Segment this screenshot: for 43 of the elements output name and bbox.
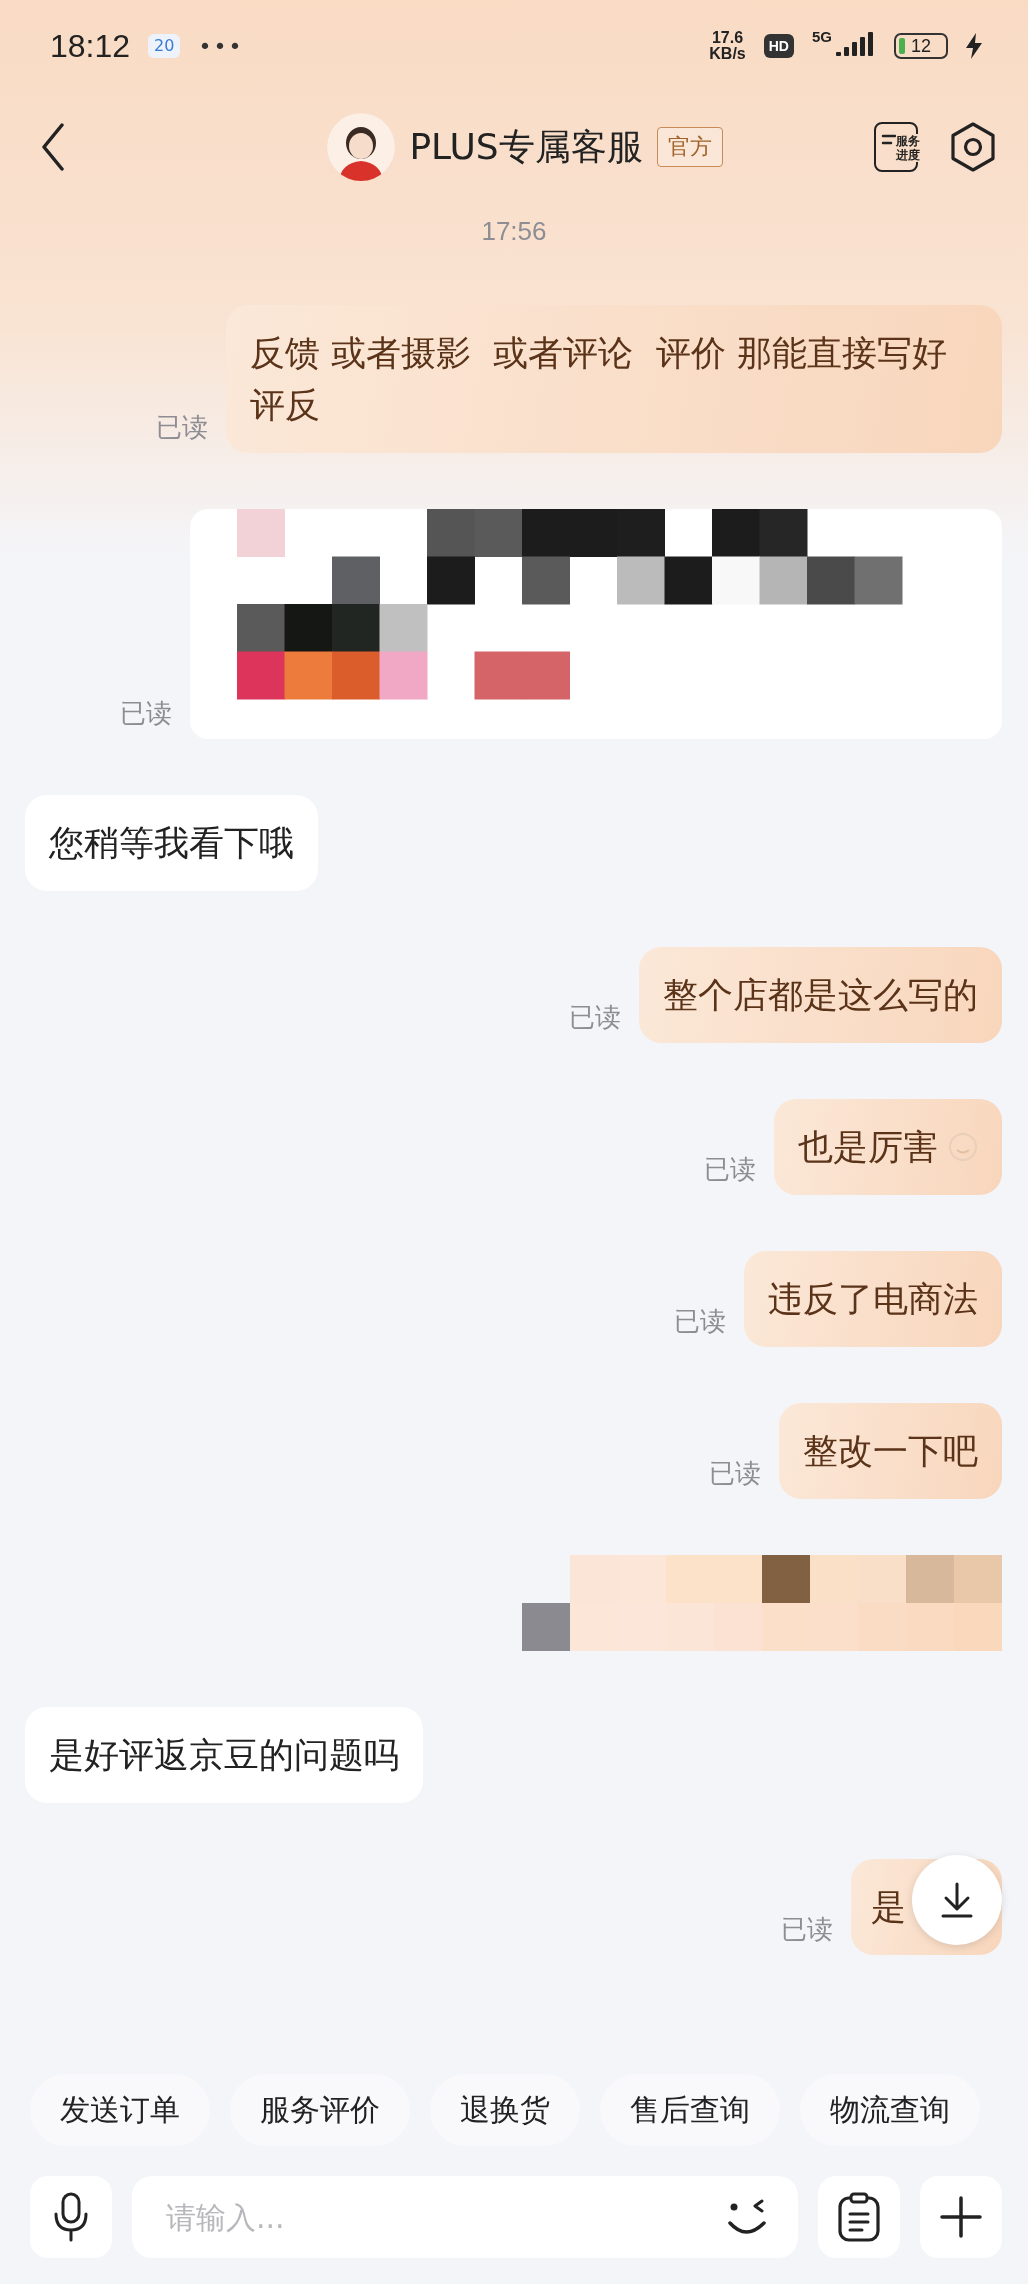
battery-icon: 12	[894, 33, 948, 59]
plus-icon	[939, 2195, 983, 2239]
official-badge: 官方	[656, 127, 723, 167]
quick-reply-chip[interactable]: 物流查询	[800, 2074, 980, 2146]
more-dots: •••	[198, 33, 244, 59]
hd-badge: HD	[763, 34, 794, 58]
message-text: 也是厉害	[798, 1126, 938, 1169]
avatar	[327, 113, 396, 181]
read-status: 已读	[674, 1305, 726, 1338]
quick-reply-chip[interactable]: 发送订单	[30, 2074, 210, 2146]
network-type: 5G	[812, 28, 832, 45]
back-button[interactable]	[40, 123, 66, 171]
quick-reply-chip[interactable]: 服务评价	[230, 2074, 410, 2146]
read-status: 已读	[704, 1153, 756, 1186]
quick-reply-chip[interactable]: 售后查询	[600, 2074, 780, 2146]
date-badge: 20	[148, 34, 181, 58]
clipboard-button[interactable]	[818, 2176, 900, 2258]
timestamp: 17:56	[480, 216, 548, 247]
clipboard-icon	[837, 2192, 881, 2242]
quick-reply-chip[interactable]: 退换货	[430, 2074, 580, 2146]
charging-icon	[966, 33, 982, 59]
network-speed: 17.6 KB/s	[709, 30, 746, 62]
message-text: 整改一下吧	[803, 1430, 978, 1473]
read-status: 已读	[120, 697, 172, 730]
microphone-button[interactable]	[30, 2176, 112, 2258]
plus-button[interactable]	[920, 2176, 1002, 2258]
message-text: 您稍等我看下哦	[49, 822, 294, 865]
chat-title: PLUS专属客服	[409, 124, 643, 169]
read-status: 已读	[709, 1457, 761, 1490]
message-text: 整个店都是这么写的	[663, 974, 978, 1017]
message-input[interactable]: 请输入...	[164, 2198, 722, 2236]
input-bar[interactable]: 请输入...	[132, 2176, 798, 2258]
message-text: 反馈 或者摄影 或者评论 评价 那能直接写好评反	[250, 332, 948, 427]
message-text: 是	[871, 1886, 906, 1929]
clock-time: 18:12	[50, 27, 131, 65]
message-text: 违反了电商法	[768, 1278, 978, 1321]
read-status: 已读	[569, 1001, 621, 1034]
read-status: 已读	[156, 411, 208, 444]
service-progress-button[interactable]: 服务 进度	[874, 122, 918, 172]
settings-icon[interactable]	[948, 121, 998, 173]
read-status: 已读	[781, 1913, 833, 1946]
microphone-icon	[53, 2192, 89, 2242]
message-text: 是好评返京豆的问题吗	[49, 1734, 399, 1777]
